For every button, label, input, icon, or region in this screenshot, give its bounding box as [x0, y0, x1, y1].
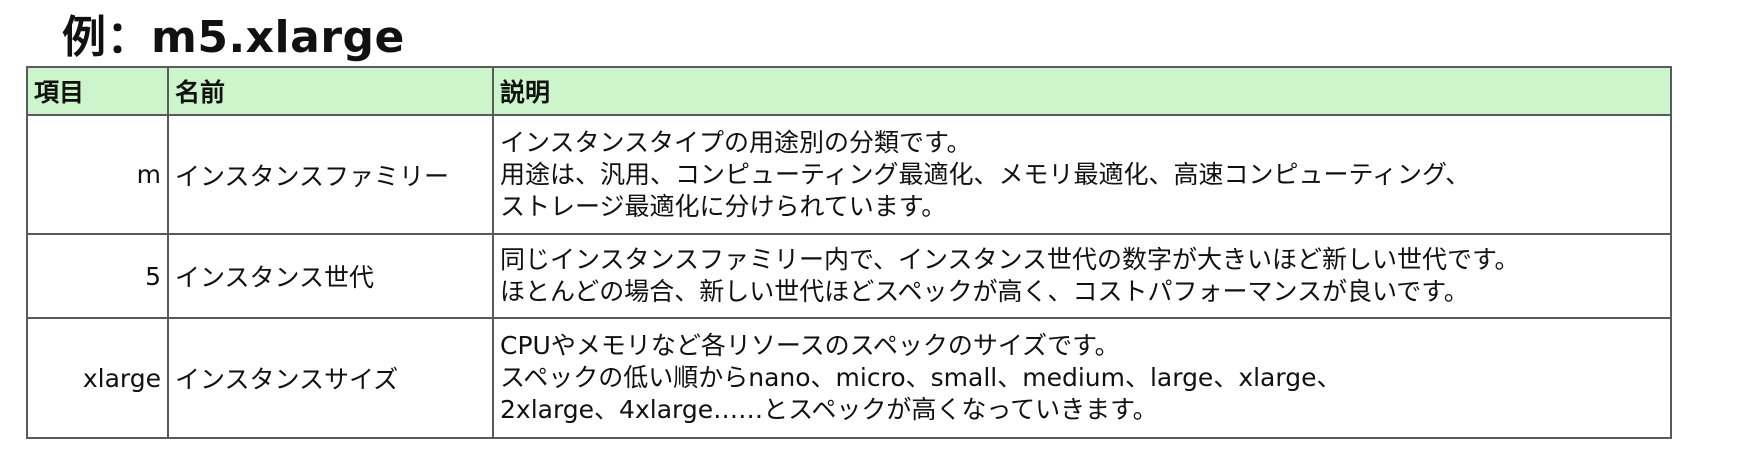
description-line: スペックの低い順からnano、micro、small、medium、large、… — [500, 363, 1342, 392]
column-header-name: 名前 — [167, 66, 494, 116]
description-line: 2xlarge、4xlarge……とスペックが高くなっていきます。 — [500, 395, 1158, 424]
row-item: xlarge — [26, 317, 169, 439]
table-row: m インスタンスファミリー インスタンスタイプの用途別の分類です。 用途は、汎用… — [26, 114, 1672, 235]
page-title: 例：m5.xlarge — [62, 12, 405, 63]
row-name: インスタンスサイズ — [167, 317, 494, 439]
description-line: インスタンスタイプの用途別の分類です。 — [500, 127, 972, 157]
description-line: CPUやメモリなど各リソースのスペックのサイズです。 — [500, 331, 1120, 360]
column-header-description: 説明 — [492, 66, 1672, 116]
description-line: 用途は、汎用、コンピューティング最適化、メモリ最適化、高速コンピューティング、 — [500, 159, 1471, 189]
row-description: CPUやメモリなど各リソースのスペックのサイズです。 スペックの低い順からnan… — [492, 317, 1672, 439]
table-header-row: 項目 名前 説明 — [26, 66, 1672, 116]
table-row: xlarge インスタンスサイズ CPUやメモリなど各リソースのスペックのサイズ… — [26, 317, 1672, 439]
row-name: インスタンス世代 — [167, 233, 494, 319]
description-line: ほとんどの場合、新しい世代ほどスペックが高く、コストパフォーマンスが良いです。 — [500, 277, 1469, 306]
instance-type-table: 項目 名前 説明 m インスタンスファミリー インスタンスタイプの用途別の分類で… — [26, 66, 1672, 439]
column-header-item: 項目 — [26, 66, 169, 116]
table-row: 5 インスタンス世代 同じインスタンスファミリー内で、インスタンス世代の数字が大… — [26, 233, 1672, 319]
description-line: 同じインスタンスファミリー内で、インスタンス世代の数字が大きいほど新しい世代です… — [500, 245, 1520, 274]
row-name: インスタンスファミリー — [167, 114, 494, 235]
row-description: インスタンスタイプの用途別の分類です。 用途は、汎用、コンピューティング最適化、… — [492, 114, 1672, 235]
description-line: ストレージ最適化に分けられています。 — [500, 191, 947, 221]
row-item: 5 — [26, 233, 169, 319]
row-description: 同じインスタンスファミリー内で、インスタンス世代の数字が大きいほど新しい世代です… — [492, 233, 1672, 319]
row-item: m — [26, 114, 169, 235]
